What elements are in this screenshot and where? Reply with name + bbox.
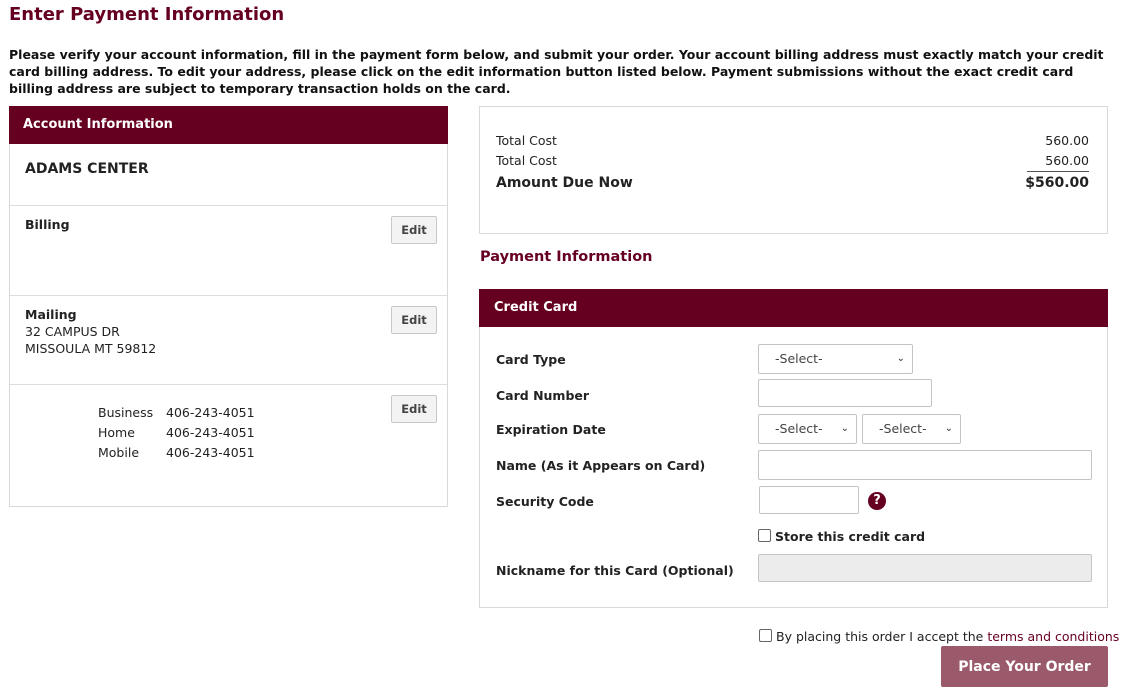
billing-section: Billing Edit (10, 206, 447, 296)
store-card-checkbox[interactable] (758, 529, 771, 542)
amount-due-row: Amount Due Now $560.00 (496, 172, 1089, 194)
credit-card-panel: Credit Card Card Type -Select- ⌄ Card Nu… (479, 289, 1108, 608)
total-cost-subtotal-value: 560.00 (1027, 151, 1089, 172)
mobile-phone-label: Mobile (98, 445, 140, 460)
security-code-label: Security Code (496, 494, 594, 509)
mailing-label: Mailing (25, 307, 77, 322)
chevron-down-icon: ⌄ (840, 423, 849, 434)
nickname-label: Nickname for this Card (Optional) (496, 563, 734, 578)
total-cost-row: Total Cost 560.00 (496, 131, 1089, 151)
account-header: Account Information (9, 106, 448, 144)
expiration-year-selected: -Select- (879, 421, 927, 436)
expiration-month-selected: -Select- (775, 421, 823, 436)
home-phone-value: 406-243-4051 (166, 425, 255, 440)
amount-due-label: Amount Due Now (496, 175, 633, 191)
phone-list: Business 406-243-4051 Home 406-243-4051 … (98, 403, 255, 463)
credit-card-header: Credit Card (479, 289, 1108, 327)
billing-label: Billing (25, 217, 70, 232)
home-phone-label: Home (98, 425, 135, 440)
store-card-option[interactable]: Store this credit card (758, 529, 925, 544)
edit-billing-button[interactable]: Edit (391, 216, 437, 244)
business-phone-label: Business (98, 405, 154, 420)
intro-text: Please verify your account information, … (9, 47, 1104, 96)
edit-phone-button[interactable]: Edit (391, 395, 437, 423)
mailing-section: Mailing 32 CAMPUS DR MISSOULA MT 59812 E… (10, 296, 447, 385)
mobile-phone-value: 406-243-4051 (166, 445, 255, 460)
chevron-down-icon: ⌄ (896, 353, 905, 364)
card-type-select[interactable]: -Select- ⌄ (758, 344, 913, 374)
store-card-label: Store this credit card (775, 529, 926, 544)
nickname-input[interactable] (758, 554, 1092, 582)
mailing-address-line2: MISSOULA MT 59812 (25, 341, 157, 356)
payment-information-heading: Payment Information (480, 249, 653, 265)
terms-checkbox[interactable] (759, 629, 772, 642)
total-cost-label: Total Cost (496, 133, 557, 148)
expiration-year-select[interactable]: -Select- ⌄ (862, 414, 961, 444)
account-panel: Account Information ADAMS CENTER Billing… (9, 106, 448, 507)
place-order-button[interactable]: Place Your Order (941, 646, 1108, 687)
card-number-label: Card Number (496, 388, 590, 403)
card-number-input[interactable] (758, 379, 932, 407)
security-code-input[interactable] (759, 486, 859, 514)
total-cost-subtotal-label: Total Cost (496, 153, 557, 168)
card-type-label: Card Type (496, 352, 566, 367)
terms-link[interactable]: terms and conditions (987, 629, 1119, 644)
phone-section: Business 406-243-4051 Home 406-243-4051 … (10, 385, 447, 506)
expiration-month-select[interactable]: -Select- ⌄ (758, 414, 857, 444)
help-icon[interactable]: ? (868, 492, 886, 510)
chevron-down-icon: ⌄ (944, 423, 953, 434)
total-cost-value: 560.00 (1045, 133, 1089, 148)
account-name: ADAMS CENTER (10, 144, 447, 206)
phone-row-home: Home 406-243-4051 (98, 423, 255, 443)
card-type-selected: -Select- (775, 351, 823, 366)
total-cost-subtotal-row: Total Cost 560.00 (496, 151, 1089, 172)
amount-due-value: $560.00 (1025, 175, 1089, 191)
phone-row-business: Business 406-243-4051 (98, 403, 255, 423)
mailing-address-line1: 32 CAMPUS DR (25, 324, 120, 339)
terms-prefix: By placing this order I accept the (776, 629, 988, 644)
business-phone-value: 406-243-4051 (166, 405, 255, 420)
phone-row-mobile: Mobile 406-243-4051 (98, 443, 255, 463)
expiration-date-label: Expiration Date (496, 422, 606, 437)
order-totals-panel: Total Cost 560.00 Total Cost 560.00 Amou… (479, 106, 1108, 234)
page-title: Enter Payment Information (9, 4, 285, 25)
name-on-card-input[interactable] (758, 450, 1092, 480)
terms-acceptance[interactable]: By placing this order I accept the terms… (759, 629, 1119, 644)
edit-mailing-button[interactable]: Edit (391, 306, 437, 334)
name-on-card-label: Name (As it Appears on Card) (496, 458, 706, 473)
